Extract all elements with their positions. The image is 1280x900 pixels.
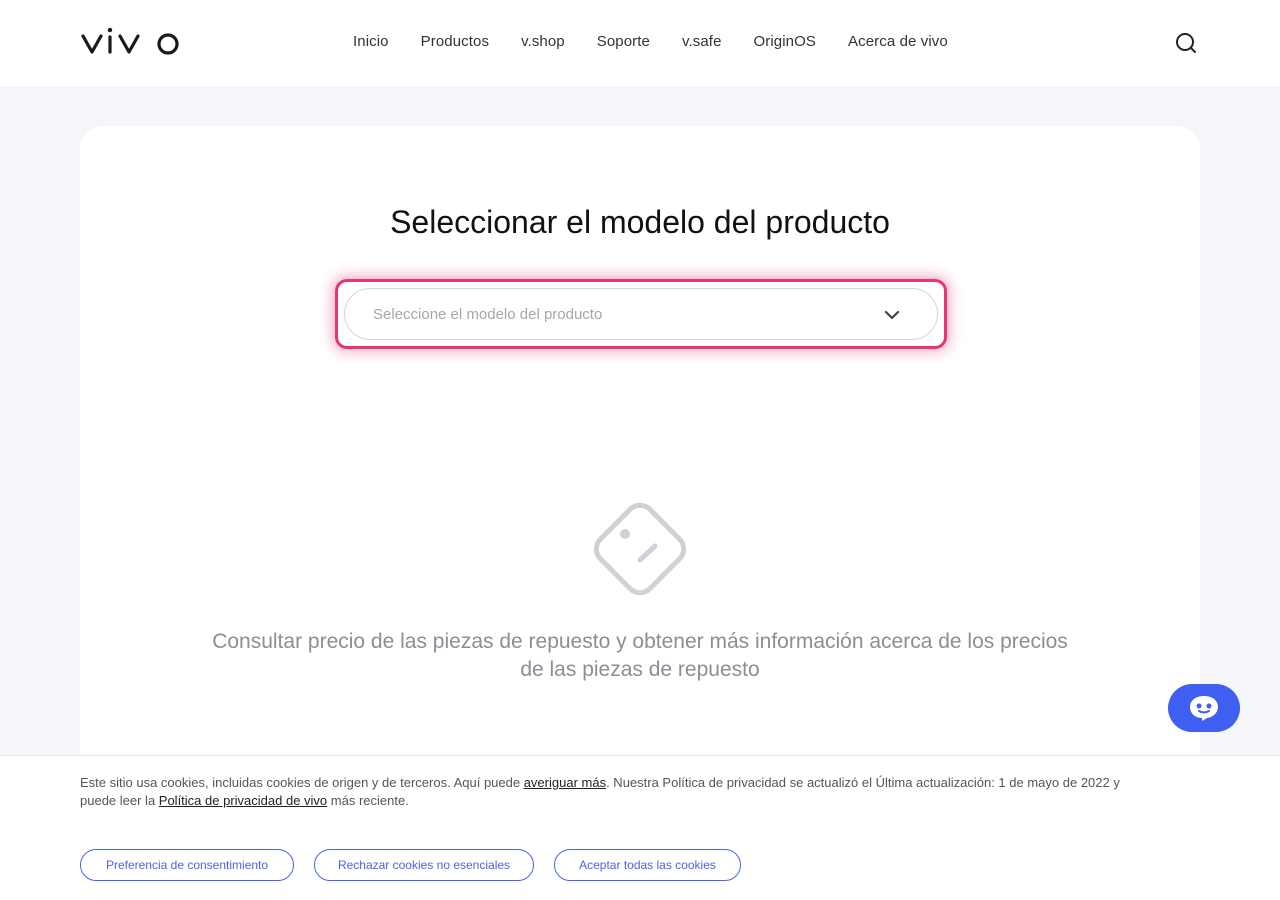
nav-item-vsafe[interactable]: v.safe — [682, 33, 722, 53]
chevron-down-icon — [884, 310, 900, 320]
vivo-logo[interactable] — [80, 26, 184, 60]
consent-preference-button[interactable]: Preferencia de consentimiento — [80, 849, 294, 881]
nav-item-productos[interactable]: Productos — [421, 33, 489, 53]
learn-more-link[interactable]: averiguar más — [524, 775, 606, 790]
cookie-text: Este sitio usa cookies, incluidas cookie… — [80, 774, 1130, 810]
chatbot-icon — [1190, 696, 1218, 721]
cookie-text-part1: Este sitio usa cookies, incluidas cookie… — [80, 775, 524, 790]
product-model-select[interactable]: Seleccione el modelo del producto — [344, 288, 938, 340]
accept-cookies-button[interactable]: Aceptar todas las cookies — [554, 849, 741, 881]
search-icon[interactable] — [1174, 31, 1198, 55]
info-text: Consultar precio de las piezas de repues… — [212, 630, 1068, 681]
nav-item-inicio[interactable]: Inicio — [353, 33, 389, 53]
nav-item-vshop[interactable]: v.shop — [521, 33, 565, 53]
price-tag-icon — [593, 502, 687, 596]
main-nav: Inicio Productos v.shop Soporte v.safe O… — [353, 33, 948, 53]
cookie-text-part3: más reciente. — [327, 793, 409, 808]
product-model-card: Seleccionar el modelo del producto Selec… — [80, 126, 1200, 786]
nav-item-soporte[interactable]: Soporte — [597, 33, 650, 53]
select-placeholder: Seleccione el modelo del producto — [373, 305, 603, 323]
chat-assistant-button[interactable] — [1168, 684, 1240, 732]
cookie-banner: Este sitio usa cookies, incluidas cookie… — [0, 755, 1280, 900]
site-header: Inicio Productos v.shop Soporte v.safe O… — [0, 0, 1280, 86]
nav-item-acerca[interactable]: Acerca de vivo — [848, 33, 948, 53]
privacy-policy-link[interactable]: Política de privacidad de vivo — [159, 793, 327, 808]
page-title: Seleccionar el modelo del producto — [390, 204, 890, 240]
reject-cookies-button[interactable]: Rechazar cookies no esenciales — [314, 849, 534, 881]
nav-item-originos[interactable]: OriginOS — [754, 33, 817, 53]
